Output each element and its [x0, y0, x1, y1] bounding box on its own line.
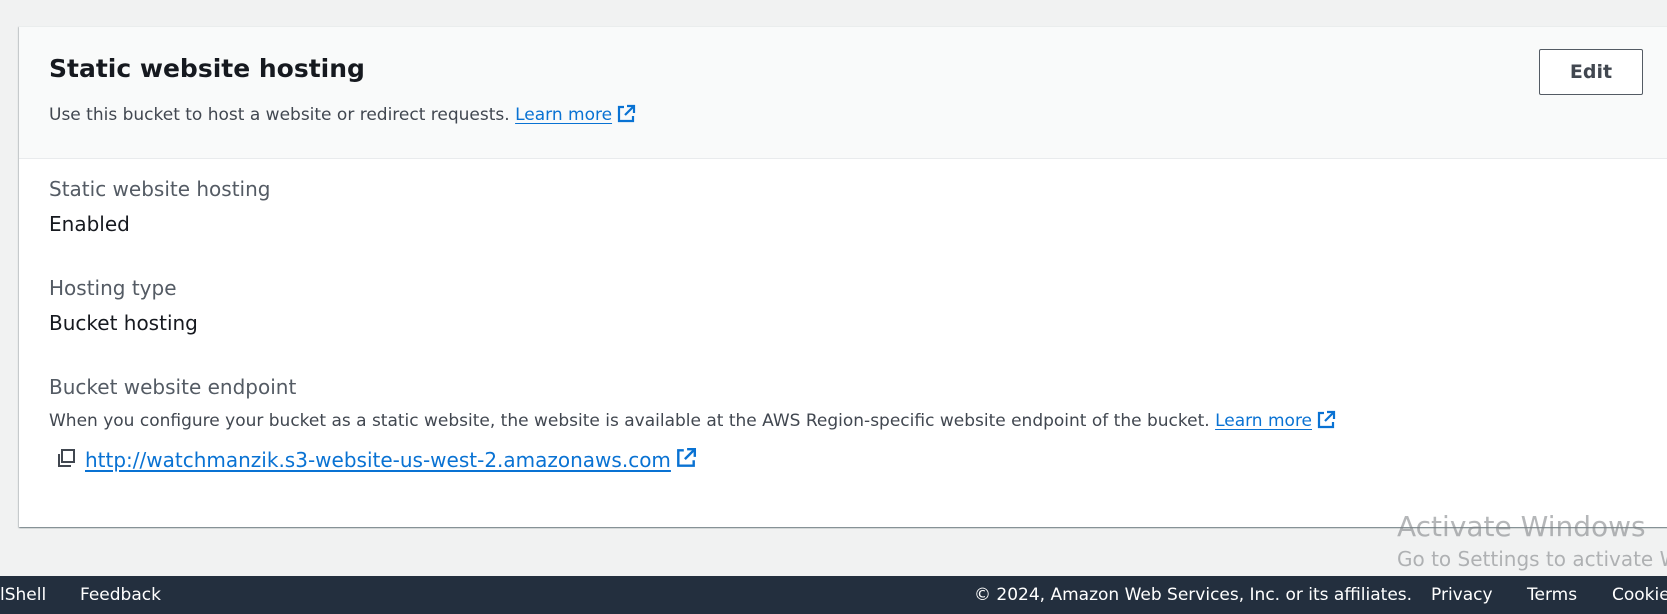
endpoint-description: When you configure your bucket as a stat… — [49, 410, 1336, 435]
edit-button[interactable]: Edit — [1539, 49, 1643, 95]
watermark-line2: Go to Settings to activate W — [1397, 547, 1667, 571]
console-footer: lShell Feedback © 2024, Amazon Web Servi… — [0, 576, 1667, 614]
terms-link[interactable]: Terms — [1527, 585, 1577, 605]
endpoint-url-link[interactable]: http://watchmanzik.s3-website-us-west-2.… — [85, 448, 671, 472]
external-link-icon[interactable] — [1316, 410, 1336, 435]
section-title: Static website hosting — [49, 54, 365, 83]
endpoint-learn-more-label: Learn more — [1215, 411, 1313, 431]
copyright-text: © 2024, Amazon Web Services, Inc. or its… — [974, 585, 1413, 605]
hosting-value: Enabled — [49, 212, 130, 236]
hosting-type-label: Hosting type — [49, 276, 177, 300]
hosting-type-field: Hosting type Bucket hosting — [49, 276, 198, 335]
panel-header: Static website hosting Use this bucket t… — [19, 27, 1667, 159]
endpoint-label: Bucket website endpoint — [49, 375, 297, 399]
hosting-field: Static website hosting Enabled — [49, 177, 270, 236]
feedback-link[interactable]: Feedback — [80, 585, 161, 605]
hosting-type-value: Bucket hosting — [49, 311, 198, 335]
endpoint-url-row: http://watchmanzik.s3-website-us-west-2.… — [49, 447, 1336, 473]
static-website-hosting-panel: Static website hosting Use this bucket t… — [19, 26, 1667, 527]
endpoint-field: Bucket website endpoint When you configu… — [49, 375, 1336, 473]
endpoint-description-text: When you configure your bucket as a stat… — [49, 411, 1210, 431]
section-description-text: Use this bucket to host a website or red… — [49, 105, 510, 125]
external-link-icon[interactable] — [616, 104, 636, 129]
learn-more-label: Learn more — [515, 105, 613, 125]
activate-windows-watermark: Activate Windows Go to Settings to activ… — [1397, 510, 1667, 571]
copy-icon[interactable] — [55, 447, 77, 473]
endpoint-learn-more-link[interactable]: Learn more — [1215, 411, 1312, 431]
cloudshell-link[interactable]: lShell — [0, 585, 46, 605]
endpoint-url-text: http://watchmanzik.s3-website-us-west-2.… — [85, 448, 671, 472]
cookie-link[interactable]: Cookie — [1612, 585, 1667, 605]
section-description: Use this bucket to host a website or red… — [49, 104, 636, 129]
hosting-label: Static website hosting — [49, 177, 271, 201]
learn-more-link[interactable]: Learn more — [515, 105, 612, 125]
watermark-line1: Activate Windows — [1397, 510, 1646, 543]
external-link-icon[interactable] — [675, 447, 697, 473]
privacy-link[interactable]: Privacy — [1431, 585, 1493, 605]
